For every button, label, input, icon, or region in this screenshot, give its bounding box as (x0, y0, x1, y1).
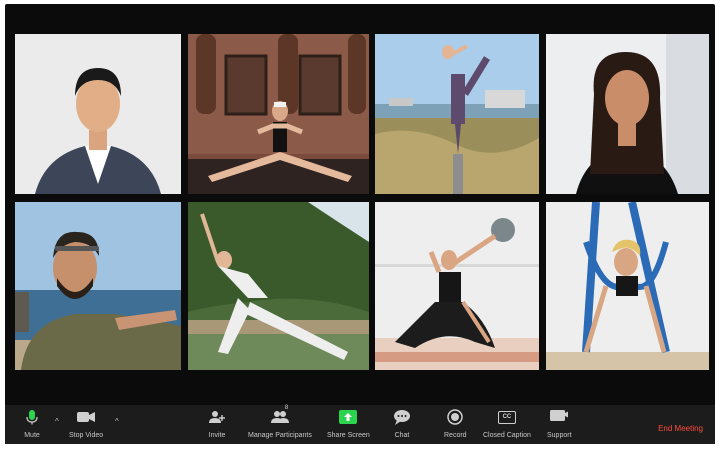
video-frame (546, 202, 709, 370)
record-label: Record (444, 432, 467, 439)
cc-glyph: CC (497, 410, 516, 424)
stop-video-button[interactable]: Stop Video (69, 408, 103, 439)
video-frame (375, 202, 539, 370)
invite-button[interactable]: Invite (208, 408, 226, 439)
closed-caption-icon: CC (497, 408, 516, 426)
video-frame (546, 34, 709, 194)
share-screen-button[interactable]: Share Screen (327, 408, 370, 439)
closed-caption-button[interactable]: CC Closed Caption (483, 408, 531, 439)
end-meeting-button[interactable]: End Meeting (658, 424, 703, 433)
microphone-icon (23, 408, 41, 426)
participant-video-3[interactable] (375, 34, 539, 194)
support-icon (550, 408, 569, 426)
participant-video-5[interactable] (15, 202, 181, 370)
participant-video-7[interactable] (375, 202, 539, 370)
participant-video-4[interactable] (546, 34, 709, 194)
video-frame (15, 202, 181, 370)
zoom-meeting-window: Mute ^ Stop Video ^ Invite 8 Manage Part… (5, 4, 715, 444)
video-frame (375, 34, 539, 194)
add-person-icon (208, 408, 226, 426)
participant-video-6[interactable] (188, 202, 369, 370)
support-label: Support (547, 432, 572, 439)
mute-button[interactable]: Mute (23, 408, 41, 439)
participants-icon: 8 (270, 405, 289, 426)
chat-button[interactable]: Chat (393, 408, 411, 439)
manage-participants-label: Manage Participants (248, 432, 312, 439)
record-button[interactable]: Record (444, 408, 467, 439)
mute-options-caret[interactable]: ^ (55, 417, 59, 426)
video-options-caret[interactable]: ^ (115, 417, 119, 426)
participant-video-2[interactable] (188, 34, 369, 194)
record-icon (446, 408, 464, 426)
video-frame (188, 34, 369, 194)
chat-bubble-icon (393, 408, 411, 426)
participant-video-8[interactable] (546, 202, 709, 370)
manage-participants-button[interactable]: 8 Manage Participants (248, 405, 312, 439)
meeting-toolbar: Mute ^ Stop Video ^ Invite 8 Manage Part… (5, 405, 715, 444)
invite-label: Invite (208, 432, 226, 439)
stop-video-label: Stop Video (69, 432, 104, 439)
participant-count-badge: 8 (284, 405, 289, 411)
share-screen-label: Share Screen (327, 432, 370, 439)
mute-label: Mute (24, 432, 40, 439)
chat-label: Chat (394, 432, 410, 439)
video-frame (15, 34, 181, 194)
video-camera-icon (77, 408, 96, 426)
video-frame (188, 202, 369, 370)
share-screen-icon (339, 408, 358, 426)
participant-video-1[interactable] (15, 34, 181, 194)
closed-caption-label: Closed Caption (483, 432, 531, 439)
support-button[interactable]: Support (547, 408, 572, 439)
